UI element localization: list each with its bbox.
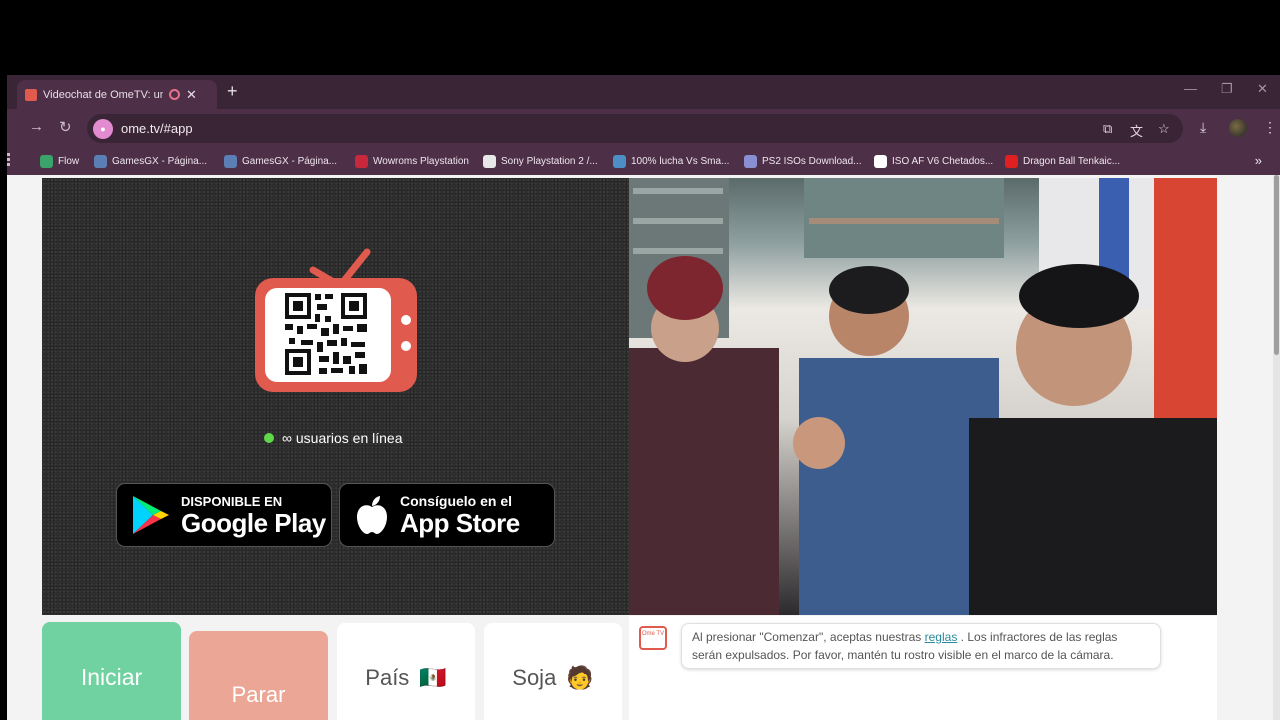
- ometv-logo-icon: Ome TV: [639, 626, 667, 650]
- toolbar: → ↻ ● ome.tv/#app ⧉ 文 ☆ ⤓ ⋮: [7, 109, 1280, 147]
- bookmark-item[interactable]: Dragon Ball Tenkaic...: [1005, 152, 1120, 170]
- bookmark-label: Sony Playstation 2 /...: [501, 155, 598, 167]
- recording-icon: [169, 89, 180, 100]
- site-info-icon[interactable]: ●: [93, 118, 113, 139]
- mexico-flag-icon: 🇲🇽: [419, 665, 447, 690]
- bookmark-favicon-icon: [1005, 154, 1018, 168]
- gender-filter-button[interactable]: Soja 🧑: [484, 623, 622, 720]
- app-store-small-text: Consíguelo en el: [400, 492, 513, 509]
- tv-qr-icon: [255, 248, 417, 392]
- menu-kebab-icon[interactable]: ⋮: [1263, 119, 1277, 136]
- tab-ometv[interactable]: Videochat de OmeTV: una ✕: [17, 80, 217, 109]
- stop-button-label: Parar: [231, 682, 286, 707]
- bookmark-favicon-icon: [744, 154, 757, 168]
- country-label: País: [365, 665, 410, 690]
- forward-icon[interactable]: →: [29, 118, 44, 135]
- bookmark-label: 100% lucha Vs Sma...: [631, 155, 730, 167]
- close-tab-icon[interactable]: ✕: [186, 87, 197, 103]
- apps-grid-icon[interactable]: [7, 153, 14, 167]
- address-bar[interactable]: ● ome.tv/#app ⧉ 文 ☆: [87, 114, 1183, 143]
- webcam-video-frame: [629, 178, 1217, 615]
- ometv-page: ∞ usuarios en línea DISPONIBLE EN Google…: [7, 175, 1273, 720]
- url-text: ome.tv/#app: [121, 121, 193, 136]
- page-scrollbar[interactable]: [1273, 175, 1280, 720]
- app-store-big-text: App Store: [400, 507, 520, 538]
- bookmark-item[interactable]: GamesGX - Página...: [224, 152, 337, 170]
- bookmark-label: Wowroms Playstation: [373, 155, 469, 167]
- bookmarks-bar: Flow GamesGX - Página... GamesGX - Págin…: [7, 147, 1280, 175]
- translate-icon[interactable]: 文: [1130, 121, 1143, 140]
- chat-area: Ome TV Al presionar "Comenzar", aceptas …: [629, 616, 1217, 720]
- restore-icon[interactable]: ❐: [1221, 81, 1233, 97]
- bookmark-item[interactable]: Flow: [40, 152, 79, 170]
- bookmark-favicon-icon: [355, 154, 368, 168]
- google-play-big-text: Google Play: [181, 507, 326, 538]
- stop-button[interactable]: Parar: [189, 631, 328, 720]
- system-message: Al presionar "Comenzar", aceptas nuestra…: [681, 623, 1161, 669]
- more-bookmarks-icon[interactable]: »: [1255, 153, 1262, 168]
- bookmark-label: PS2 ISOs Download...: [762, 155, 862, 167]
- bookmark-label: GamesGX - Página...: [112, 155, 208, 167]
- start-button-label: Iniciar: [80, 663, 143, 690]
- google-play-button[interactable]: DISPONIBLE EN Google Play: [116, 483, 332, 547]
- bookmark-label: Flow: [58, 155, 80, 167]
- tab-title: Videochat de OmeTV: una: [43, 88, 163, 101]
- bookmark-favicon-icon: [613, 154, 626, 168]
- bookmark-item[interactable]: GamesGX - Página...: [94, 152, 207, 170]
- bookmark-star-icon[interactable]: ☆: [1158, 121, 1170, 137]
- bookmark-item[interactable]: Sony Playstation 2 /...: [483, 152, 598, 170]
- country-filter-button[interactable]: País 🇲🇽: [337, 623, 475, 720]
- download-icon[interactable]: ⤓: [1200, 119, 1206, 136]
- new-tab-button[interactable]: +: [227, 81, 238, 102]
- reload-icon[interactable]: ↻: [59, 118, 72, 136]
- scroll-thumb[interactable]: [1274, 175, 1279, 355]
- bookmark-label: GamesGX - Página...: [242, 155, 338, 167]
- cast-icon[interactable]: ⧉: [1103, 121, 1112, 137]
- bookmark-label: Dragon Ball Tenkaic...: [1023, 155, 1121, 167]
- bookmark-favicon-icon: [874, 154, 887, 168]
- app-store-button[interactable]: Consíguelo en el App Store: [339, 483, 555, 547]
- bookmark-label: ISO AF V6 Chetados...: [892, 155, 994, 167]
- bookmark-favicon-icon: [483, 154, 496, 168]
- google-play-icon: [133, 496, 169, 534]
- tab-strip: Videochat de OmeTV: una ✕ + — ❐ ✕: [7, 75, 1280, 109]
- online-users-text: ∞ usuarios en línea: [282, 430, 403, 446]
- screen: Videochat de OmeTV: una ✕ + — ❐ ✕ → ↻ ● …: [0, 0, 1280, 720]
- online-dot-icon: [264, 433, 274, 443]
- bookmark-favicon-icon: [40, 154, 53, 168]
- rules-link[interactable]: reglas: [925, 630, 958, 644]
- bookmark-favicon-icon: [94, 154, 107, 168]
- bookmark-item[interactable]: 100% lucha Vs Sma...: [613, 152, 729, 170]
- bookmark-item[interactable]: ISO AF V6 Chetados...: [874, 152, 993, 170]
- browser-window: Videochat de OmeTV: una ✕ + — ❐ ✕ → ↻ ● …: [7, 75, 1280, 720]
- start-button[interactable]: Iniciar: [42, 622, 181, 720]
- tv-favicon-icon: [25, 88, 37, 101]
- online-users: ∞ usuarios en línea: [264, 430, 403, 446]
- minimize-icon[interactable]: —: [1184, 81, 1197, 96]
- webcam-video: [629, 178, 1217, 615]
- close-window-icon[interactable]: ✕: [1257, 81, 1268, 97]
- person-emoji-icon: 🧑: [566, 665, 594, 690]
- bookmark-item[interactable]: Wowroms Playstation: [355, 152, 469, 170]
- qr-promo-panel: ∞ usuarios en línea DISPONIBLE EN Google…: [42, 178, 629, 615]
- bookmark-favicon-icon: [224, 154, 237, 168]
- google-play-small-text: DISPONIBLE EN: [181, 493, 283, 509]
- bookmark-item[interactable]: PS2 ISOs Download...: [744, 152, 862, 170]
- apple-icon: [357, 496, 387, 534]
- gender-label: Soja: [512, 665, 557, 690]
- profile-avatar[interactable]: [1229, 119, 1247, 137]
- message-text-before: Al presionar "Comenzar", aceptas nuestra…: [692, 630, 922, 644]
